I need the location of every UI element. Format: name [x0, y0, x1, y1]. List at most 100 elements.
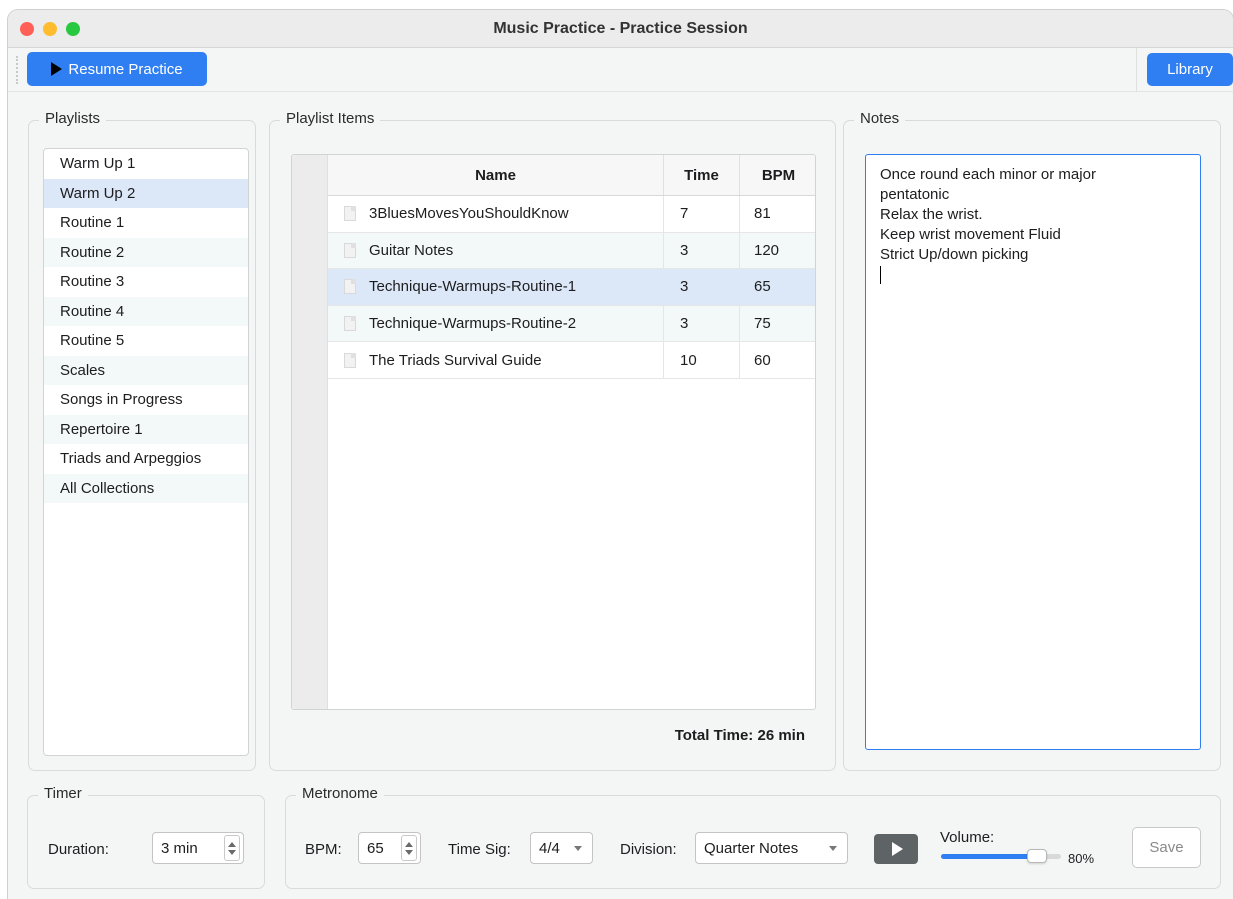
division-select[interactable]: Quarter Notes	[695, 832, 848, 864]
notes-legend: Notes	[854, 110, 906, 127]
column-header-bpm[interactable]: BPM	[740, 155, 815, 195]
volume-slider[interactable]	[941, 849, 1061, 863]
play-icon	[892, 842, 903, 856]
volume-value: 80%	[1068, 851, 1095, 866]
chevron-up-icon	[228, 841, 236, 847]
chevron-down-icon	[574, 845, 582, 851]
cell-name-text: Technique-Warmups-Routine-1	[369, 278, 577, 296]
time-sig-select[interactable]: 4/4	[530, 832, 593, 864]
document-icon	[344, 242, 356, 258]
cell-time: 10	[664, 342, 740, 378]
time-sig-label: Time Sig:	[448, 841, 511, 858]
resume-practice-button[interactable]: Resume Practice	[27, 52, 207, 86]
window-title: Music Practice - Practice Session	[493, 20, 748, 37]
playlist-item[interactable]: All Collections	[44, 473, 248, 503]
playlist-item[interactable]: Routine 2	[44, 237, 248, 267]
cell-name-text: Technique-Warmups-Routine-2	[369, 315, 577, 333]
playlists-list[interactable]: Warm Up 1 Warm Up 2 Routine 1 Routine 2 Rout…	[43, 148, 249, 756]
division-label: Division:	[620, 841, 677, 858]
cell-bpm: 65	[754, 278, 771, 296]
metronome-play-button[interactable]	[874, 834, 918, 864]
save-button[interactable]: Save	[1132, 827, 1201, 868]
table-row[interactable]: 3BluesMovesYouShouldKnow 7 81	[328, 196, 815, 233]
title-bar: Music Practice - Practice Session	[8, 10, 1233, 48]
volume-slider-fill	[941, 854, 1037, 859]
volume-slider-thumb[interactable]	[1027, 849, 1047, 863]
cell-time: 3	[664, 269, 740, 305]
cell-time: 3	[664, 305, 740, 342]
playlist-items-panel: Playlist Items Name Time BPM 3BluesMoves…	[269, 110, 836, 771]
document-icon	[344, 316, 356, 332]
cell-bpm: 81	[754, 205, 771, 223]
column-header-name[interactable]: Name	[328, 155, 664, 195]
toolbar: Resume Practice Library	[8, 48, 1233, 92]
table-row[interactable]: Guitar Notes 3 120	[328, 232, 815, 270]
cell-bpm: 120	[754, 241, 780, 259]
chevron-down-icon	[405, 849, 413, 855]
timer-panel: Timer Duration: 3 min	[27, 785, 265, 889]
cell-name: Technique-Warmups-Routine-1	[328, 269, 664, 305]
playlist-item[interactable]: Warm Up 2	[44, 178, 248, 208]
bpm-stepper[interactable]: 65	[358, 832, 421, 864]
playlist-items-legend: Playlist Items	[280, 110, 381, 127]
cell-name: 3BluesMovesYouShouldKnow	[328, 196, 664, 232]
time-sig-value: 4/4	[539, 839, 560, 857]
division-value: Quarter Notes	[704, 839, 799, 857]
metronome-legend: Metronome	[296, 785, 384, 802]
table-row[interactable]: Technique-Warmups-Routine-1 3 65	[328, 269, 815, 306]
bpm-stepper-arrows[interactable]	[401, 835, 417, 861]
cell-time: 7	[664, 196, 740, 232]
toolbar-separator	[1136, 48, 1137, 92]
table-row[interactable]: Technique-Warmups-Routine-2 3 75	[328, 305, 815, 343]
metronome-panel: Metronome BPM: 65 Time Sig: 4/4 Division…	[285, 785, 1221, 889]
chevron-down-icon	[228, 849, 236, 855]
duration-stepper[interactable]: 3 min	[152, 832, 244, 864]
cell-name-text: The Triads Survival Guide	[369, 351, 542, 369]
cell-name-text: 3BluesMovesYouShouldKnow	[369, 205, 569, 223]
cell-bpm: 75	[754, 315, 771, 333]
play-icon	[51, 62, 63, 76]
cell-bpm: 60	[754, 351, 771, 369]
playlist-item[interactable]: Routine 5	[44, 326, 248, 356]
playlist-item[interactable]: Routine 4	[44, 296, 248, 326]
playlist-items-table: Name Time BPM 3BluesMovesYouShouldKnow 7 8…	[291, 154, 816, 710]
library-button[interactable]: Library	[1147, 53, 1233, 86]
playlists-legend: Playlists	[39, 110, 107, 127]
cell-name: The Triads Survival Guide	[328, 342, 664, 378]
cell-name: Guitar Notes	[328, 232, 664, 269]
total-time: Total Time: 26 min	[674, 727, 805, 744]
column-header-time[interactable]: Time	[664, 155, 740, 195]
document-icon	[344, 352, 356, 368]
document-icon	[344, 279, 356, 295]
playlist-item[interactable]: Routine 1	[44, 208, 248, 238]
table-header: Name Time BPM	[328, 155, 815, 196]
playlist-item[interactable]: Routine 3	[44, 267, 248, 297]
chevron-down-icon	[829, 845, 837, 851]
cell-name: Technique-Warmups-Routine-2	[328, 305, 664, 342]
cell-name-text: Guitar Notes	[369, 241, 454, 259]
notes-text: Once round each minor or major pentatoni…	[880, 166, 1096, 263]
app-window: Music Practice - Practice Session Resume…	[8, 10, 1233, 899]
document-icon	[344, 206, 356, 222]
table-body: 3BluesMovesYouShouldKnow 7 81 Guitar Notes 3…	[328, 196, 815, 379]
playlist-item[interactable]: Songs in Progress	[44, 385, 248, 415]
table-row[interactable]: The Triads Survival Guide 10 60	[328, 342, 815, 379]
volume-label: Volume:	[940, 829, 995, 846]
toolbar-grip	[16, 56, 20, 84]
notes-panel: Notes Once round each minor or major pen…	[843, 110, 1221, 771]
duration-label: Duration:	[48, 841, 109, 858]
playlists-panel: Playlists Warm Up 1 Warm Up 2 Routine 1 Rou…	[28, 110, 256, 771]
text-caret	[880, 266, 881, 285]
notes-textarea[interactable]: Once round each minor or major pentatoni…	[865, 154, 1201, 750]
duration-stepper-arrows[interactable]	[224, 835, 240, 861]
bpm-label: BPM:	[305, 841, 342, 858]
row-header-column	[292, 155, 328, 709]
duration-value: 3 min	[161, 839, 198, 857]
chevron-up-icon	[405, 841, 413, 847]
bpm-value: 65	[367, 839, 384, 857]
cell-time: 3	[664, 232, 740, 269]
playlist-item[interactable]: Scales	[44, 355, 248, 385]
playlist-item[interactable]: Triads and Arpeggios	[44, 444, 248, 474]
playlist-item[interactable]: Repertoire 1	[44, 414, 248, 444]
playlist-item[interactable]: Warm Up 1	[44, 149, 248, 179]
